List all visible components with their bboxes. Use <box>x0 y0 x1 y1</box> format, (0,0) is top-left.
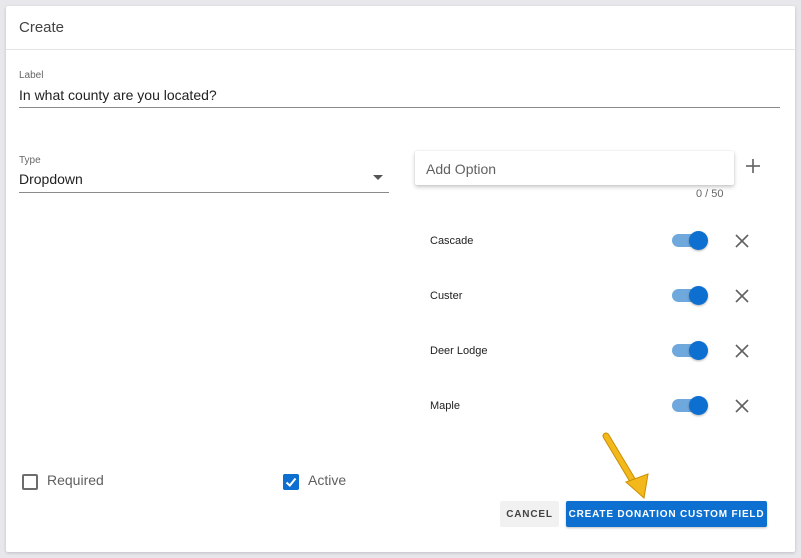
option-toggle[interactable] <box>670 284 708 306</box>
annotation-arrow-icon <box>602 432 649 499</box>
type-field-caption: Type <box>19 155 41 166</box>
create-donation-custom-field-button[interactable]: CREATE DONATION CUSTOM FIELD <box>566 501 767 527</box>
label-field-caption: Label <box>19 70 44 81</box>
option-label: Cascade <box>430 235 474 247</box>
dialog-header: Create <box>6 6 795 50</box>
option-label: Custer <box>430 290 463 302</box>
option-row: Cascade <box>415 226 755 256</box>
option-counter: 0 / 50 <box>696 188 724 200</box>
required-checkbox[interactable] <box>22 474 38 490</box>
close-icon[interactable] <box>734 343 750 359</box>
close-icon[interactable] <box>734 233 750 249</box>
option-label: Maple <box>430 400 460 412</box>
cancel-button[interactable]: CANCEL <box>500 501 559 527</box>
add-option-placeholder: Add Option <box>426 161 497 177</box>
option-row: Deer Lodge <box>415 336 755 366</box>
dialog-title: Create <box>19 19 65 36</box>
close-icon[interactable] <box>734 398 750 414</box>
option-toggle[interactable] <box>670 394 708 416</box>
plus-icon[interactable] <box>744 157 762 175</box>
active-label: Active <box>308 472 347 488</box>
add-option-input[interactable]: Add Option <box>415 151 734 185</box>
option-label: Deer Lodge <box>430 345 488 357</box>
option-row: Custer <box>415 281 755 311</box>
type-select[interactable]: Dropdown <box>19 171 83 187</box>
caret-down-icon[interactable] <box>373 175 383 180</box>
type-field-underline <box>19 192 389 193</box>
required-label: Required <box>47 472 104 488</box>
active-checkbox[interactable] <box>283 474 299 490</box>
close-icon[interactable] <box>734 288 750 304</box>
option-toggle[interactable] <box>670 229 708 251</box>
label-field-input[interactable]: In what county are you located? <box>19 87 217 103</box>
option-row: Maple <box>415 391 755 421</box>
option-toggle[interactable] <box>670 339 708 361</box>
label-field-underline <box>19 107 780 108</box>
